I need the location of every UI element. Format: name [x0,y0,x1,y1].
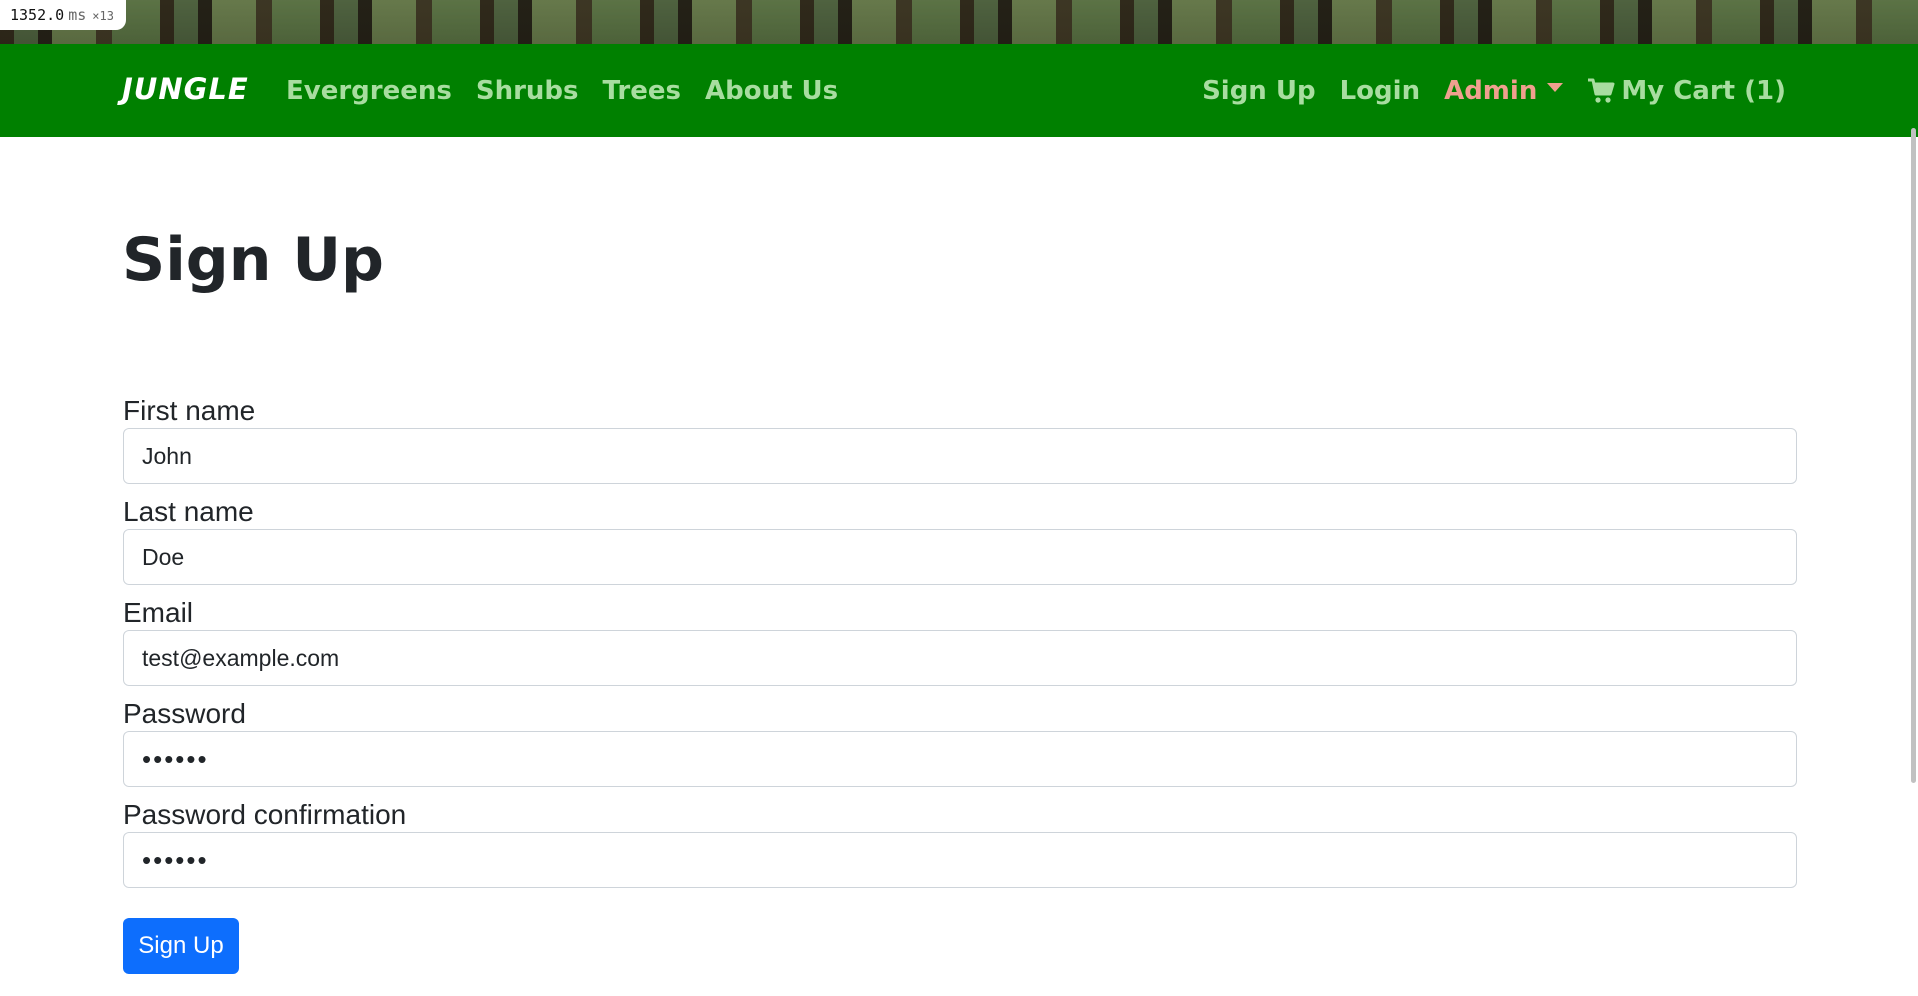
forest-banner [0,0,1918,44]
page-scrollbar[interactable] [1911,128,1916,783]
first-name-field-group: First name [123,394,1797,484]
nav-link-sign-up[interactable]: Sign Up [1202,74,1316,108]
nav-right-links: Sign Up Login Admin My Cart (1) [1202,74,1786,108]
shopping-cart-icon [1588,78,1615,103]
last-name-input[interactable] [123,529,1797,585]
password-confirmation-label: Password confirmation [123,799,407,830]
timing-multiplier: ×13 [92,9,114,23]
top-navbar: JUNGLE Evergreens Shrubs Trees About Us … [0,44,1918,137]
sign-up-submit-button[interactable]: Sign Up [123,918,239,974]
timing-unit: ms [68,6,87,24]
admin-label: Admin [1444,76,1538,106]
chevron-down-icon [1547,82,1564,92]
nav-link-login[interactable]: Login [1340,74,1420,108]
admin-dropdown-toggle[interactable]: Admin [1444,74,1564,108]
nav-link-shrubs[interactable]: Shrubs [476,74,579,108]
page-title: Sign Up [122,225,385,295]
email-label: Email [123,597,194,628]
perf-timing-badge: 1352.0 ms ×13 [0,0,126,30]
password-field-group: Password [123,697,1797,787]
password-confirmation-input[interactable] [123,832,1797,888]
last-name-field-group: Last name [123,495,1797,585]
nav-left-links: Evergreens Shrubs Trees About Us [286,74,838,108]
nav-link-evergreens[interactable]: Evergreens [286,74,452,108]
signup-form: First name Last name Email Password Pass… [123,394,1797,899]
first-name-input[interactable] [123,428,1797,484]
cart-label: My Cart (1) [1621,76,1786,106]
last-name-label: Last name [123,496,254,527]
nav-link-trees[interactable]: Trees [603,74,681,108]
password-label: Password [123,698,246,729]
nav-link-about-us[interactable]: About Us [705,74,838,108]
password-confirmation-field-group: Password confirmation [123,798,1797,888]
timing-value: 1352.0 [10,6,65,24]
brand-logo[interactable]: JUNGLE [122,72,249,106]
email-field-group: Email [123,596,1797,686]
first-name-label: First name [123,395,256,426]
nav-link-cart[interactable]: My Cart (1) [1587,74,1786,108]
password-input[interactable] [123,731,1797,787]
email-input[interactable] [123,630,1797,686]
